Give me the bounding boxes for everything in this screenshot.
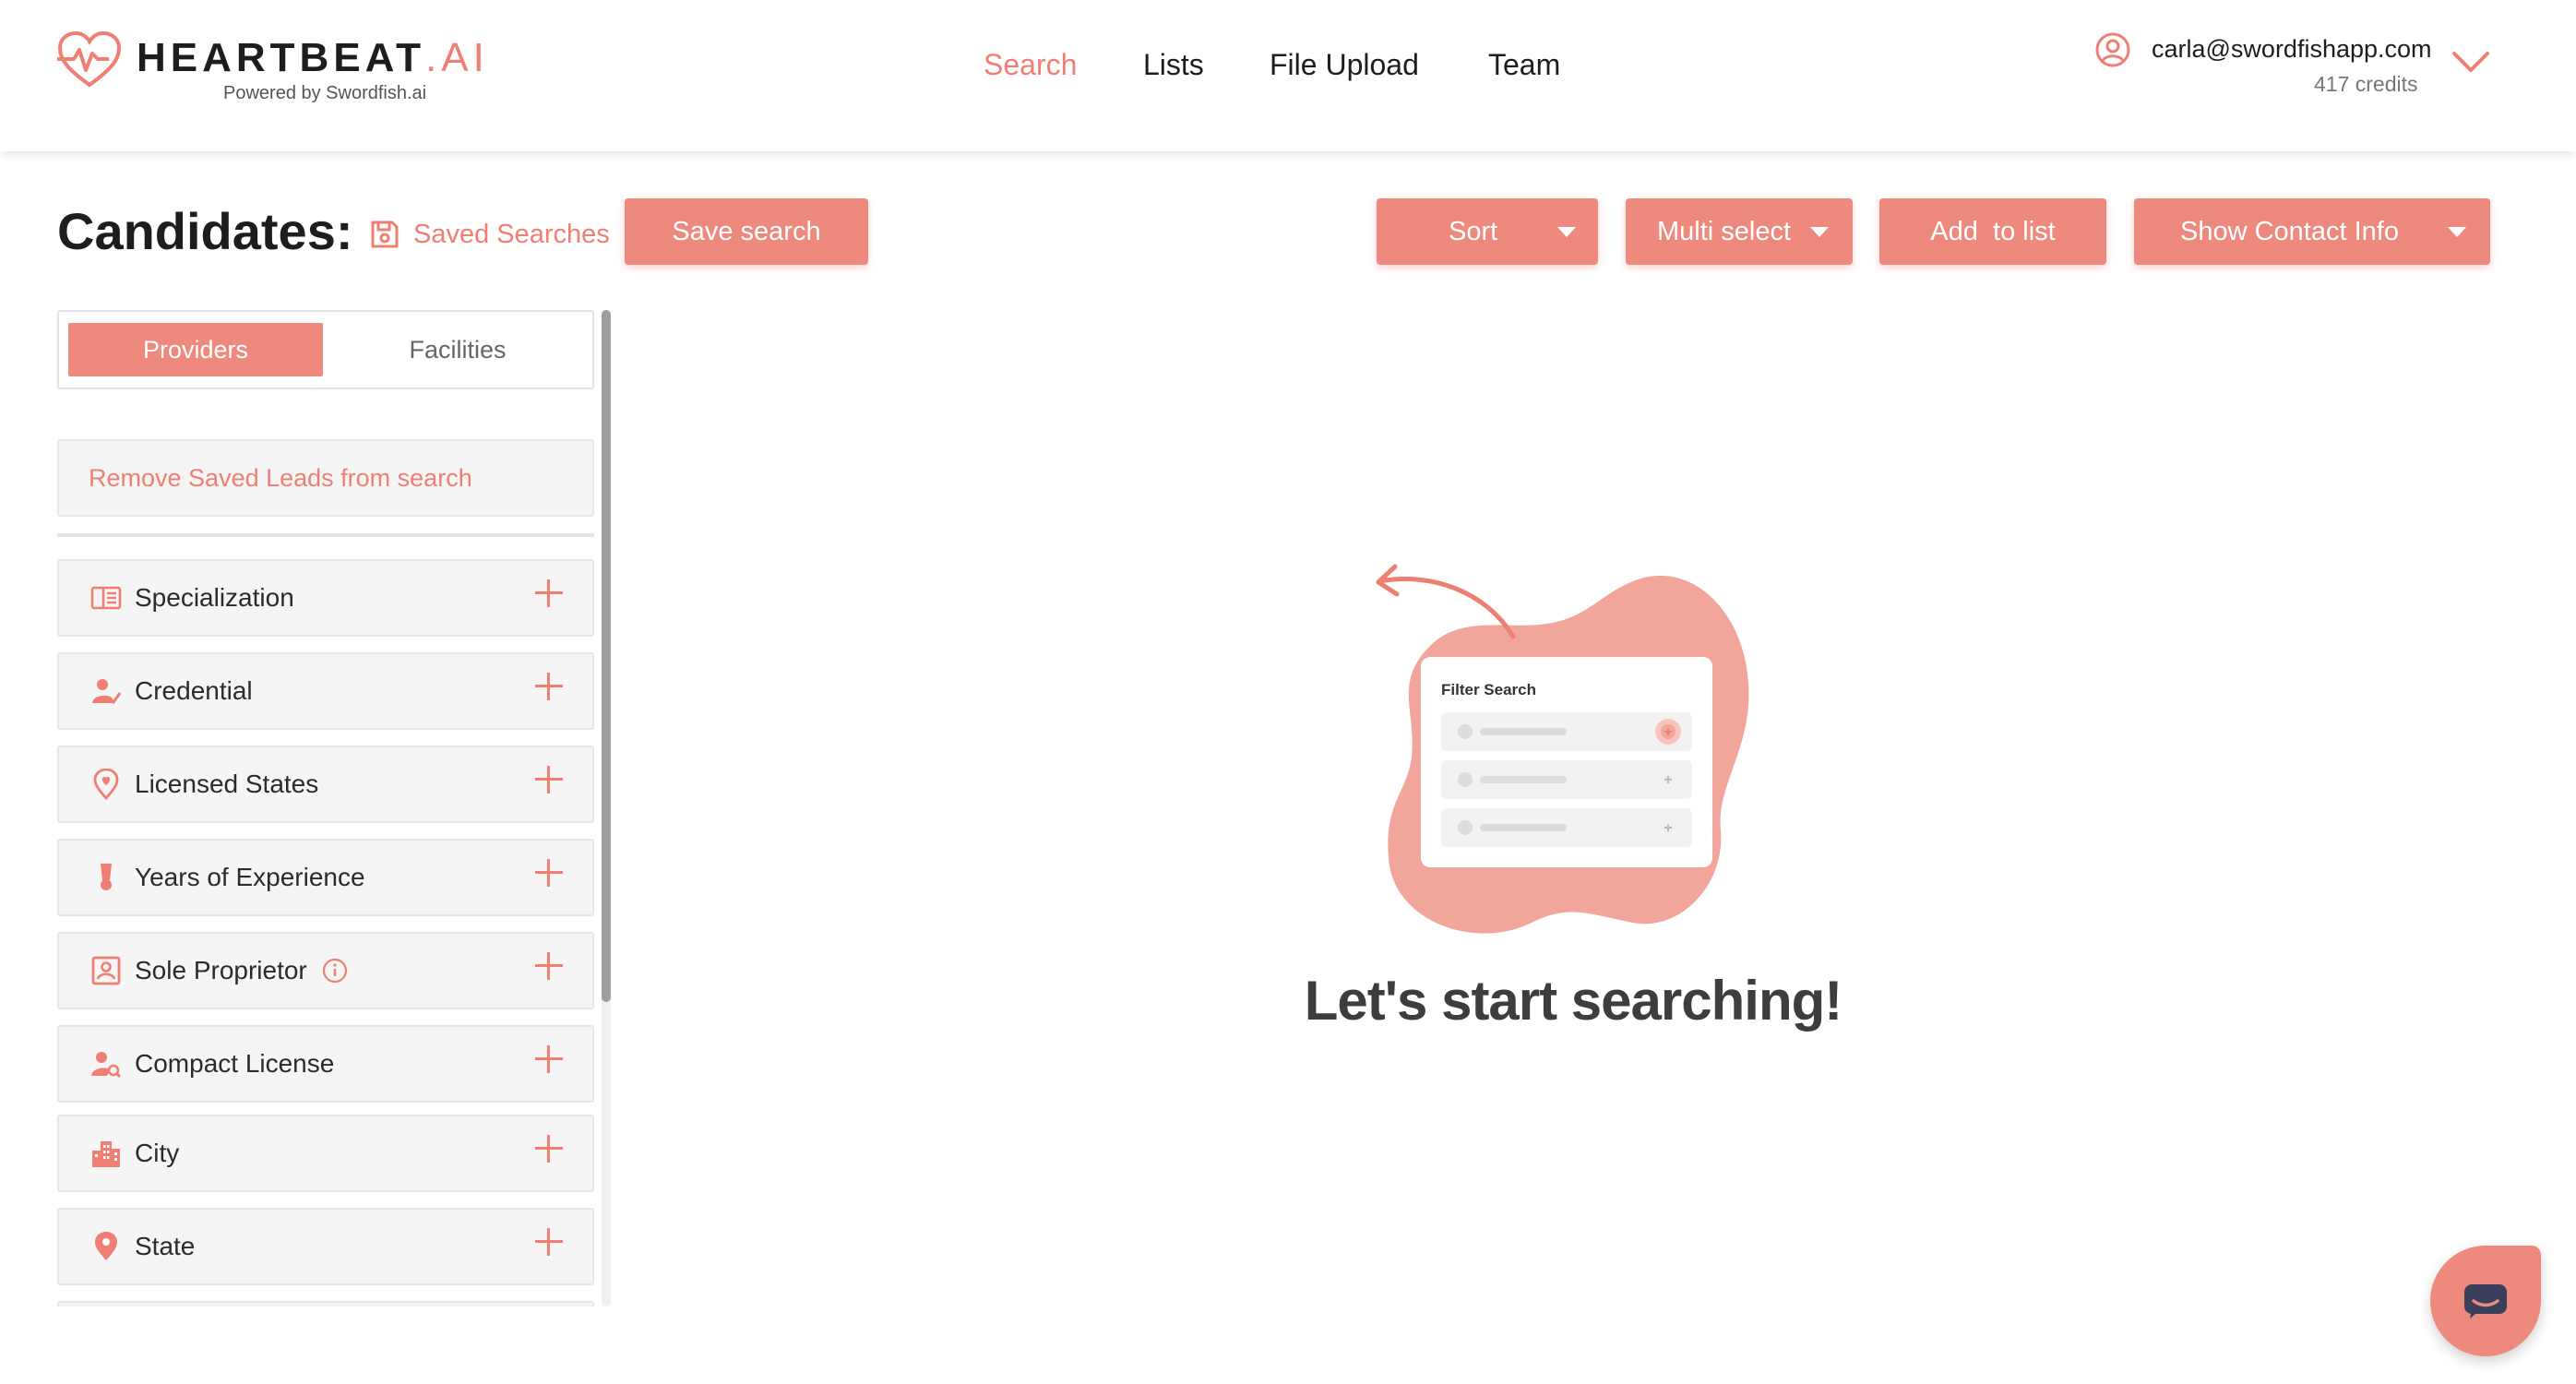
provider-type-tabs: Providers Facilities: [57, 310, 594, 389]
chevron-down-icon[interactable]: [2451, 48, 2491, 76]
filter-label: State: [135, 1232, 196, 1260]
sort-label: Sort: [1449, 216, 1498, 246]
account-email: carla@swordfishapp.com: [2152, 35, 2432, 63]
caret-down-icon: [1810, 227, 1829, 237]
save-search-button[interactable]: Save search: [625, 198, 868, 265]
logo[interactable]: HEARTBEAT.AI Powered by Swordfish.ai: [57, 31, 484, 105]
filter-sole-proprietor[interactable]: Sole Proprietor: [57, 932, 594, 1009]
city-icon: [89, 1136, 124, 1171]
nav-search[interactable]: Search: [984, 48, 1077, 82]
multi-select-button[interactable]: Multi select: [1626, 198, 1853, 265]
floppy-disk-icon: [371, 221, 399, 248]
show-contact-info-button[interactable]: Show Contact Info: [2134, 198, 2490, 265]
remove-saved-leads-button[interactable]: Remove Saved Leads from search: [57, 439, 594, 517]
account-credits: 417 credits: [2314, 72, 2418, 96]
filter-credential[interactable]: Credential: [57, 652, 594, 730]
medal-icon: [89, 860, 124, 895]
plus-icon[interactable]: [535, 859, 563, 887]
sidebar-scrollbar[interactable]: [602, 310, 611, 1306]
info-icon[interactable]: [322, 958, 348, 984]
filter-city[interactable]: City: [57, 1115, 594, 1192]
caret-down-icon: [1557, 227, 1576, 237]
filter-label: Compact License: [135, 1049, 335, 1078]
plus-icon[interactable]: [535, 952, 563, 980]
nav-team[interactable]: Team: [1488, 48, 1560, 82]
chat-icon: [2464, 1284, 2507, 1318]
saved-searches-label: Saved Searches: [413, 219, 610, 249]
plus-icon[interactable]: [535, 1045, 563, 1073]
location-heart-icon: [89, 767, 124, 802]
plus-icon[interactable]: [535, 579, 563, 607]
filter-specialization[interactable]: Specialization: [57, 559, 594, 637]
filter-years-of-experience[interactable]: Years of Experience: [57, 839, 594, 916]
filter-state[interactable]: State: [57, 1208, 594, 1285]
empty-state-message: Let's start searching!: [1304, 970, 1843, 1032]
plus-icon[interactable]: [535, 1228, 563, 1256]
filter-label: City: [135, 1139, 180, 1167]
filter-search-illustration: Filter Search: [1376, 564, 1749, 934]
page-title: Candidates:: [57, 202, 353, 260]
top-header: HEARTBEAT.AI Powered by Swordfish.ai Sea…: [0, 0, 2576, 151]
filter-sidebar: Providers Facilities Remove Saved Leads …: [57, 310, 594, 1306]
tab-providers[interactable]: Providers: [68, 323, 323, 376]
saved-searches-link[interactable]: Saved Searches: [369, 216, 610, 253]
filter-label: Sole Proprietor: [135, 956, 307, 984]
filter-label: Credential: [135, 676, 253, 705]
tab-facilities[interactable]: Facilities: [330, 323, 585, 376]
user-circle-icon: [2095, 32, 2130, 67]
filter-label: Specialization: [135, 583, 294, 612]
filter-licensed-states[interactable]: Licensed States: [57, 746, 594, 823]
plus-icon[interactable]: [535, 1135, 563, 1163]
account-menu[interactable]: carla@swordfishapp.com 417 credits: [2094, 31, 2500, 105]
add-to-list-label: Add to list: [1930, 216, 2056, 246]
id-card-icon: [89, 953, 124, 988]
divider: [57, 533, 594, 537]
sort-button[interactable]: Sort: [1377, 198, 1598, 265]
credential-icon: [89, 674, 124, 709]
show-contact-info-label: Show Contact Info: [2180, 216, 2399, 246]
user-search-icon: [89, 1046, 124, 1081]
filter-label: Years of Experience: [135, 863, 365, 891]
brand-name: HEARTBEAT.AI: [137, 35, 489, 80]
nav-lists[interactable]: Lists: [1143, 48, 1204, 82]
illustration-card-title: Filter Search: [1441, 681, 1536, 698]
heart-pulse-icon: [57, 31, 122, 88]
map-pin-icon: [89, 1229, 124, 1264]
powered-by: Powered by Swordfish.ai: [223, 83, 427, 103]
plus-icon[interactable]: [535, 766, 563, 793]
multi-select-label: Multi select: [1657, 216, 1792, 246]
caret-down-icon: [2448, 227, 2466, 237]
add-to-list-button[interactable]: Add to list: [1879, 198, 2106, 265]
nav-file-upload[interactable]: File Upload: [1270, 48, 1419, 82]
filter-compact-license[interactable]: Compact License: [57, 1025, 594, 1103]
filter-label: Licensed States: [135, 770, 319, 798]
plus-icon[interactable]: [535, 673, 563, 700]
scrollbar-thumb[interactable]: [602, 310, 611, 1002]
filter-next-partial[interactable]: [57, 1301, 594, 1306]
specialization-icon: [89, 580, 124, 615]
chat-launcher-button[interactable]: [2430, 1246, 2541, 1356]
